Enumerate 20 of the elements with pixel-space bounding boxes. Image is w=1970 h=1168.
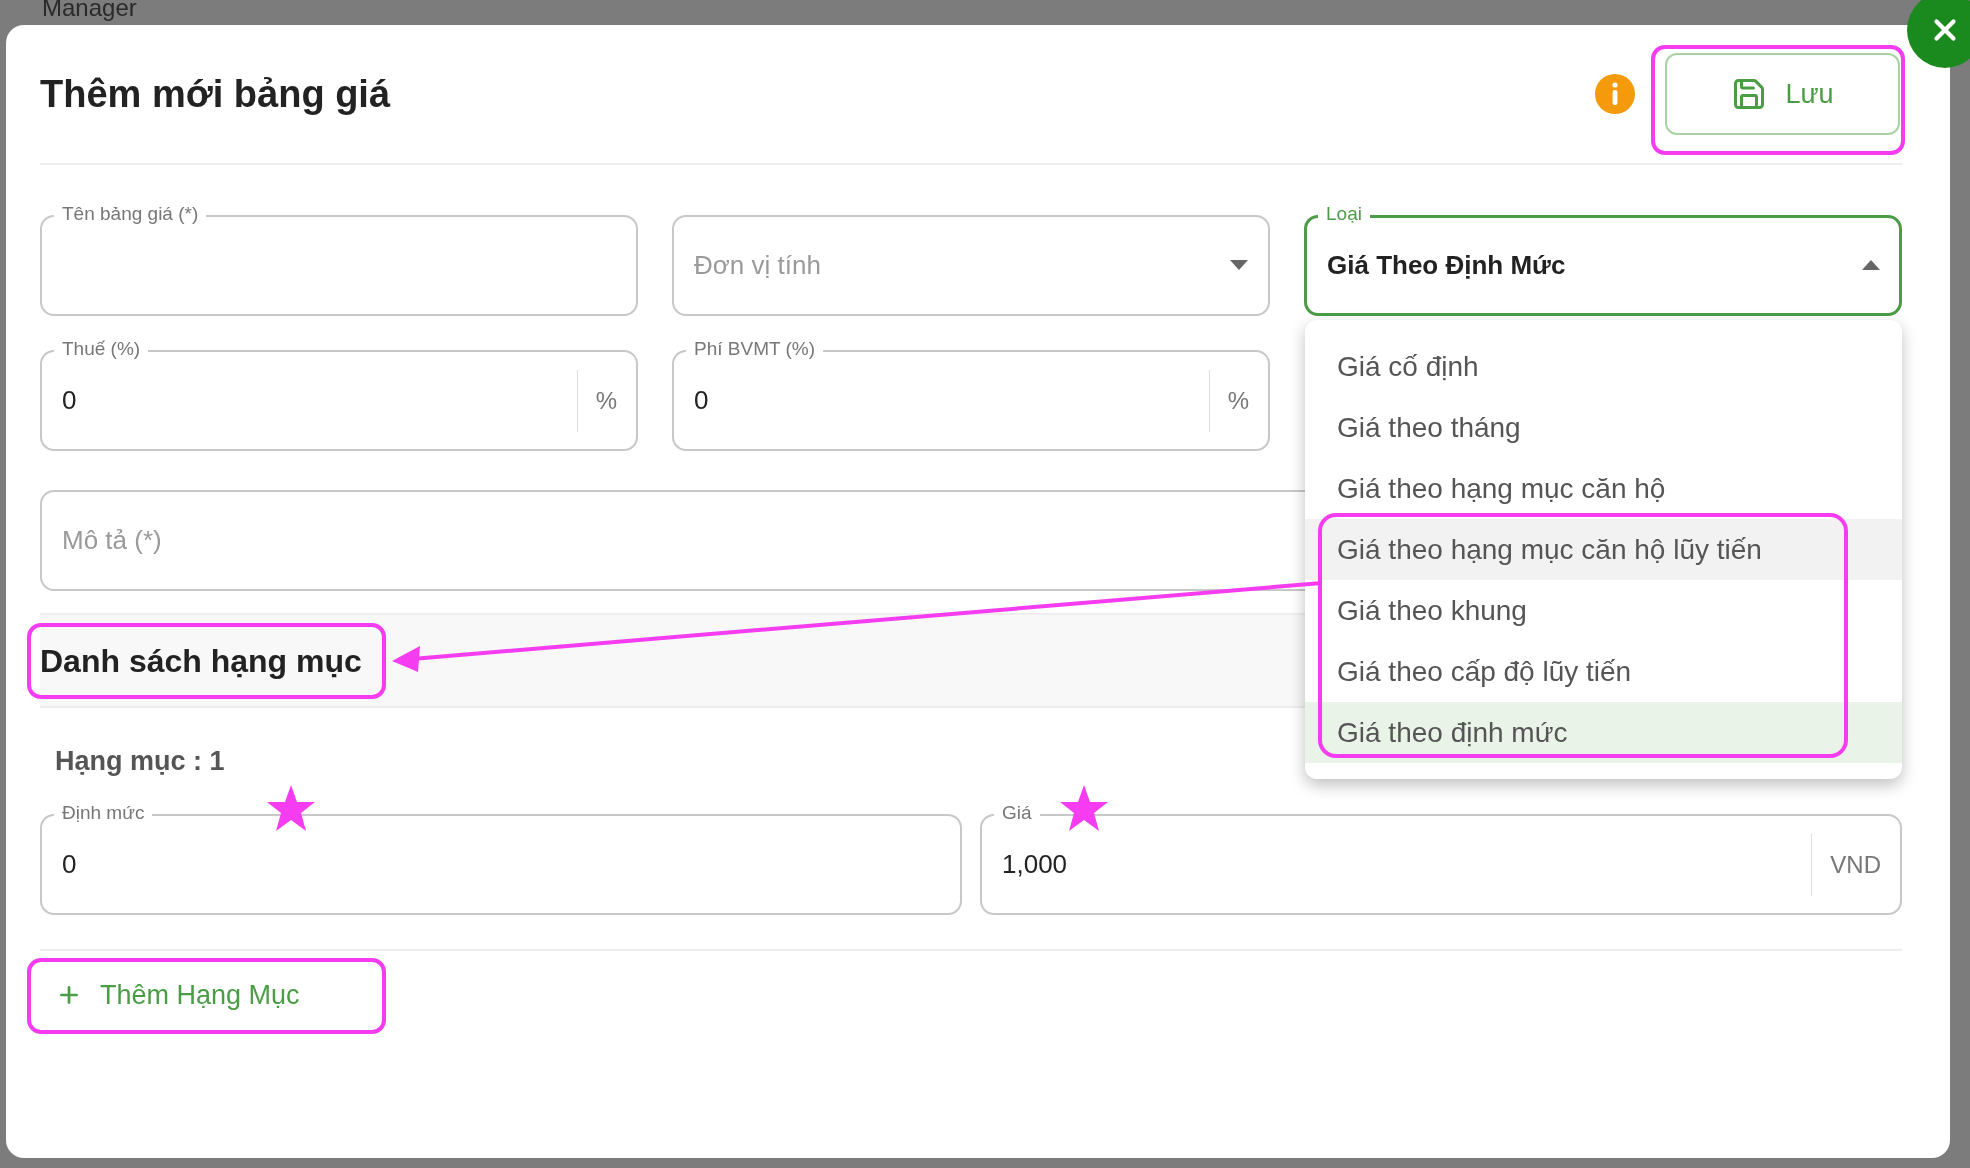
item-heading: Hạng mục : 1: [55, 745, 226, 777]
close-button[interactable]: [1907, 0, 1970, 68]
caret-down-icon: [1230, 260, 1248, 270]
star-icon: [1060, 785, 1108, 831]
dropdown-option[interactable]: Giá theo hạng mục căn hộ: [1305, 458, 1902, 519]
section-title: Danh sách hạng mục: [40, 641, 362, 681]
dropdown-option[interactable]: Giá cố định: [1305, 336, 1902, 397]
dropdown-option[interactable]: Giá theo khung: [1305, 580, 1902, 641]
unit-suffix: %: [576, 370, 635, 432]
info-icon[interactable]: [1595, 74, 1635, 114]
dropdown-option[interactable]: Giá theo hạng mục căn hộ lũy tiến: [1305, 519, 1902, 580]
dialog-title: Thêm mới bảng giá: [40, 71, 391, 117]
dropdown-option[interactable]: Giá theo định mức: [1305, 702, 1902, 763]
dropdown-option[interactable]: Giá theo cấp độ lũy tiến: [1305, 641, 1902, 702]
unit-suffix: VND: [1811, 834, 1899, 896]
star-icon: [267, 785, 315, 831]
unit-suffix: %: [1208, 370, 1267, 432]
dropdown-option[interactable]: Giá theo tháng: [1305, 397, 1902, 458]
app-name: Manager: [42, 0, 137, 23]
select-field[interactable]: Đơn vị tính: [672, 215, 1270, 316]
